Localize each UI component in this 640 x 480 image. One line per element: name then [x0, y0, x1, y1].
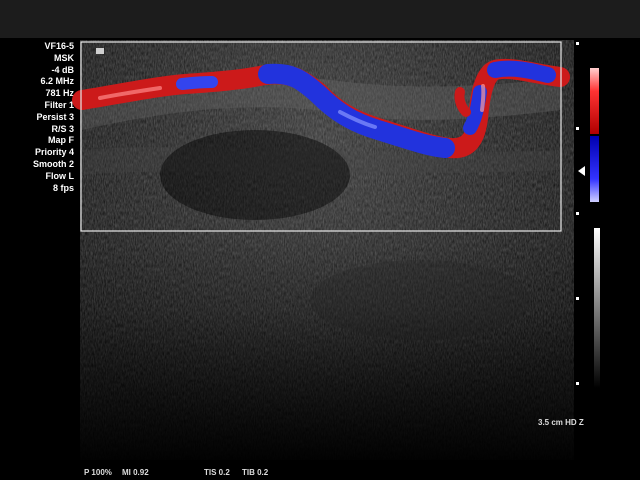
footer-tib: TIB 0.2 — [242, 468, 269, 477]
roi-marker — [96, 48, 104, 54]
color-scale-negative — [590, 136, 599, 202]
depth-tick — [576, 297, 579, 300]
depth-tick — [576, 382, 579, 385]
depth-tick — [576, 127, 579, 130]
baseline-marker-icon — [578, 166, 585, 176]
footer-tis: TIS 0.2 — [204, 468, 230, 477]
footer-mi: MI 0.92 — [122, 468, 149, 477]
depth-tick — [576, 212, 579, 215]
ultrasound-image — [72, 40, 574, 460]
footer-power: P 100% — [84, 468, 112, 477]
grayscale-bar — [594, 228, 600, 388]
depth-readout: 3.5 cm HD Z — [538, 418, 584, 427]
color-scale-positive — [590, 68, 599, 134]
depth-tick — [576, 42, 579, 45]
